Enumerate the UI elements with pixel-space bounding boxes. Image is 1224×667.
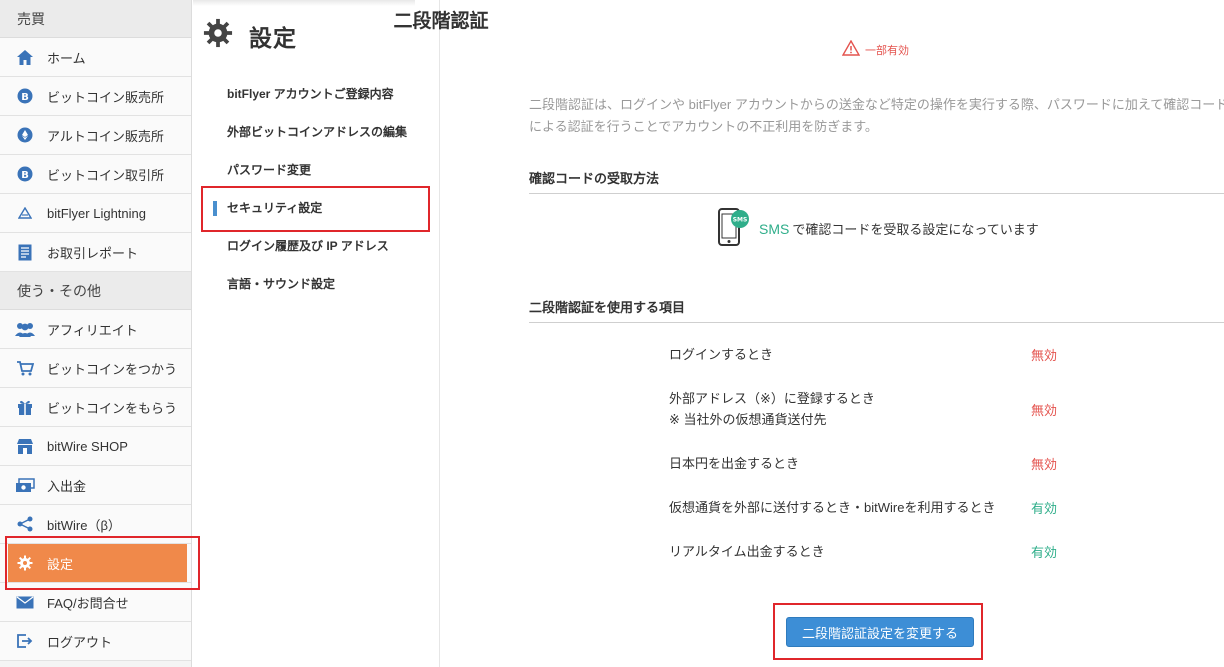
logout-icon xyxy=(14,630,36,652)
usage-row-state: 無効 xyxy=(1031,402,1058,418)
sidebar-item-logout[interactable]: ログアウト xyxy=(0,622,191,661)
mail-icon xyxy=(14,591,36,613)
sidebar-item-deposit-withdraw[interactable]: 入出金 xyxy=(0,466,191,505)
sidebar-item-label: アフィリエイト xyxy=(47,322,138,338)
usage-row-state: 有効 xyxy=(1031,545,1058,560)
sidebar-item-label: ホーム xyxy=(47,50,86,66)
menu-item-account-info[interactable]: bitFlyer アカウントご登録内容 xyxy=(193,75,440,113)
menu-item-external-address[interactable]: 外部ビットコインアドレスの編集 xyxy=(193,113,440,151)
sidebar-item-label: お取引レポート xyxy=(47,245,139,261)
usage-row-label-block: 外部アドレス（※）に登録するとき ※ 当社外の仮想通貨送付先 xyxy=(669,388,1031,430)
warning-icon xyxy=(841,39,861,59)
cart-icon xyxy=(14,357,36,379)
shop-icon xyxy=(14,435,36,457)
svg-text:B: B xyxy=(21,170,29,181)
share-icon xyxy=(14,513,36,535)
sidebar-item-label: ビットコイン取引所 xyxy=(47,167,165,183)
sms-setting: SMS SMS で確認コードを受取る設定になっています xyxy=(717,206,1039,251)
svg-text:SMS: SMS xyxy=(733,217,748,224)
description: 二段階認証は、ログインや bitFlyer アカウントからの送金など特定の操作を… xyxy=(529,97,1224,134)
lightning-icon xyxy=(14,202,36,224)
usage-row-state: 無効 xyxy=(1031,348,1058,363)
sidebar-item-get-bitcoin[interactable]: ビットコインをもらう xyxy=(0,388,191,427)
sidebar-item-bitcoin-exchange[interactable]: B ビットコイン取引所 xyxy=(0,155,191,194)
sidebar-item-label: 入出金 xyxy=(47,478,87,494)
sidebar-item-bitwire[interactable]: bitWire（β） xyxy=(0,505,191,544)
status-badge: 一部有効 xyxy=(841,39,909,59)
settings-menu-list: bitFlyer アカウントご登録内容 外部ビットコインアドレスの編集 パスワー… xyxy=(193,75,440,303)
page-title: 二段階認証 xyxy=(393,11,489,32)
svg-text:B: B xyxy=(21,92,29,103)
report-icon xyxy=(14,241,36,263)
sidebar-item-bitcoin-store[interactable]: B ビットコイン販売所 xyxy=(0,77,191,116)
usage-row-note: ※ 当社外の仮想通貨送付先 xyxy=(669,412,827,427)
sidebar-section-other: 使う・その他 xyxy=(0,272,191,310)
usage-row-realtime-withdraw: リアルタイム出金するとき 有効 xyxy=(669,541,1089,562)
money-icon xyxy=(14,474,36,496)
ethereum-icon xyxy=(14,124,36,146)
sidebar-item-affiliate[interactable]: アフィリエイト xyxy=(0,310,191,349)
bitcoin-icon: B xyxy=(14,85,36,107)
phone-sms-icon: SMS xyxy=(717,206,751,251)
sidebar-item-label: bitWire SHOP xyxy=(47,438,128,454)
gift-icon xyxy=(14,396,36,418)
usage-row-state: 有効 xyxy=(1031,501,1058,516)
usage-row-external-address: 外部アドレス（※）に登録するとき ※ 当社外の仮想通貨送付先 無効 xyxy=(669,388,1089,430)
main-content: 二段階認証 一部有効 二段階認証は、ログインや bitFlyer アカウントから… xyxy=(393,0,1224,667)
usage-heading: 二段階認証を使用する項目 xyxy=(529,297,1224,323)
menu-item-login-history[interactable]: ログイン履歴及び IP アドレス xyxy=(193,227,440,265)
sidebar-item-settings-wrap: 設定 xyxy=(0,544,191,583)
sidebar-item-label: ビットコイン販売所 xyxy=(47,89,165,105)
users-icon xyxy=(14,318,36,340)
menu-item-password[interactable]: パスワード変更 xyxy=(193,151,440,189)
sidebar-item-label: bitWire（β） xyxy=(47,517,121,533)
usage-row-state: 無効 xyxy=(1031,457,1058,472)
sidebar-item-home[interactable]: ホーム xyxy=(0,38,191,77)
usage-row-crypto-send: 仮想通貨を外部に送付するとき・bitWireを利用するとき 有効 xyxy=(669,497,1089,518)
sidebar-item-settings[interactable]: 設定 xyxy=(8,544,187,582)
usage-row-label: 仮想通貨を外部に送付するとき・bitWireを利用するとき xyxy=(669,500,996,515)
sidebar-item-report[interactable]: お取引レポート xyxy=(0,233,191,272)
sidebar-item-label: ビットコインをつかう xyxy=(47,361,178,377)
menu-item-security[interactable]: セキュリティ設定 xyxy=(193,189,440,227)
sidebar-item-lightning[interactable]: bitFlyer Lightning xyxy=(0,194,191,233)
bitcoin-icon: B xyxy=(14,163,36,185)
sidebar-item-label: bitFlyer Lightning xyxy=(47,205,146,221)
sidebar-item-label: ビットコインをもらう xyxy=(47,400,178,416)
sidebar: 売買 ホーム B ビットコイン販売所 アルトコイン販売所 B ビットコイン取引所… xyxy=(0,0,192,667)
sidebar-item-label: FAQ/お問合せ xyxy=(47,595,129,611)
usage-row-jpy-withdraw: 日本円を出金するとき 無効 xyxy=(669,453,1089,474)
sidebar-item-label: ログアウト xyxy=(47,634,113,650)
status-label: 一部有効 xyxy=(865,44,909,57)
menu-item-language-sound[interactable]: 言語・サウンド設定 xyxy=(193,265,440,303)
receive-method-heading: 確認コードの受取方法 xyxy=(529,168,1224,194)
sms-text: で確認コードを受取る設定になっています xyxy=(792,222,1039,237)
change-2fa-button[interactable]: 二段階認証設定を変更する xyxy=(786,617,974,647)
sidebar-item-altcoin-store[interactable]: アルトコイン販売所 xyxy=(0,116,191,155)
sms-label: SMS xyxy=(759,220,790,237)
usage-row-label: 外部アドレス（※）に登録するとき xyxy=(669,391,875,406)
sidebar-item-faq[interactable]: FAQ/お問合せ xyxy=(0,583,191,622)
sidebar-item-bitwire-shop[interactable]: bitWire SHOP xyxy=(0,427,191,466)
usage-row-label: 日本円を出金するとき xyxy=(669,456,800,471)
settings-menu: 設定 bitFlyer アカウントご登録内容 外部ビットコインアドレスの編集 パ… xyxy=(193,0,440,667)
usage-row-label: リアルタイム出金するとき xyxy=(669,544,825,559)
home-icon xyxy=(14,46,36,68)
usage-row-login: ログインするとき 無効 xyxy=(669,344,1089,365)
sidebar-item-label: アルトコイン販売所 xyxy=(47,128,164,144)
sidebar-item-use-bitcoin[interactable]: ビットコインをつかう xyxy=(0,349,191,388)
gear-icon xyxy=(14,552,36,574)
sidebar-item-label: 設定 xyxy=(47,556,74,572)
usage-row-label: ログインするとき xyxy=(669,347,774,362)
